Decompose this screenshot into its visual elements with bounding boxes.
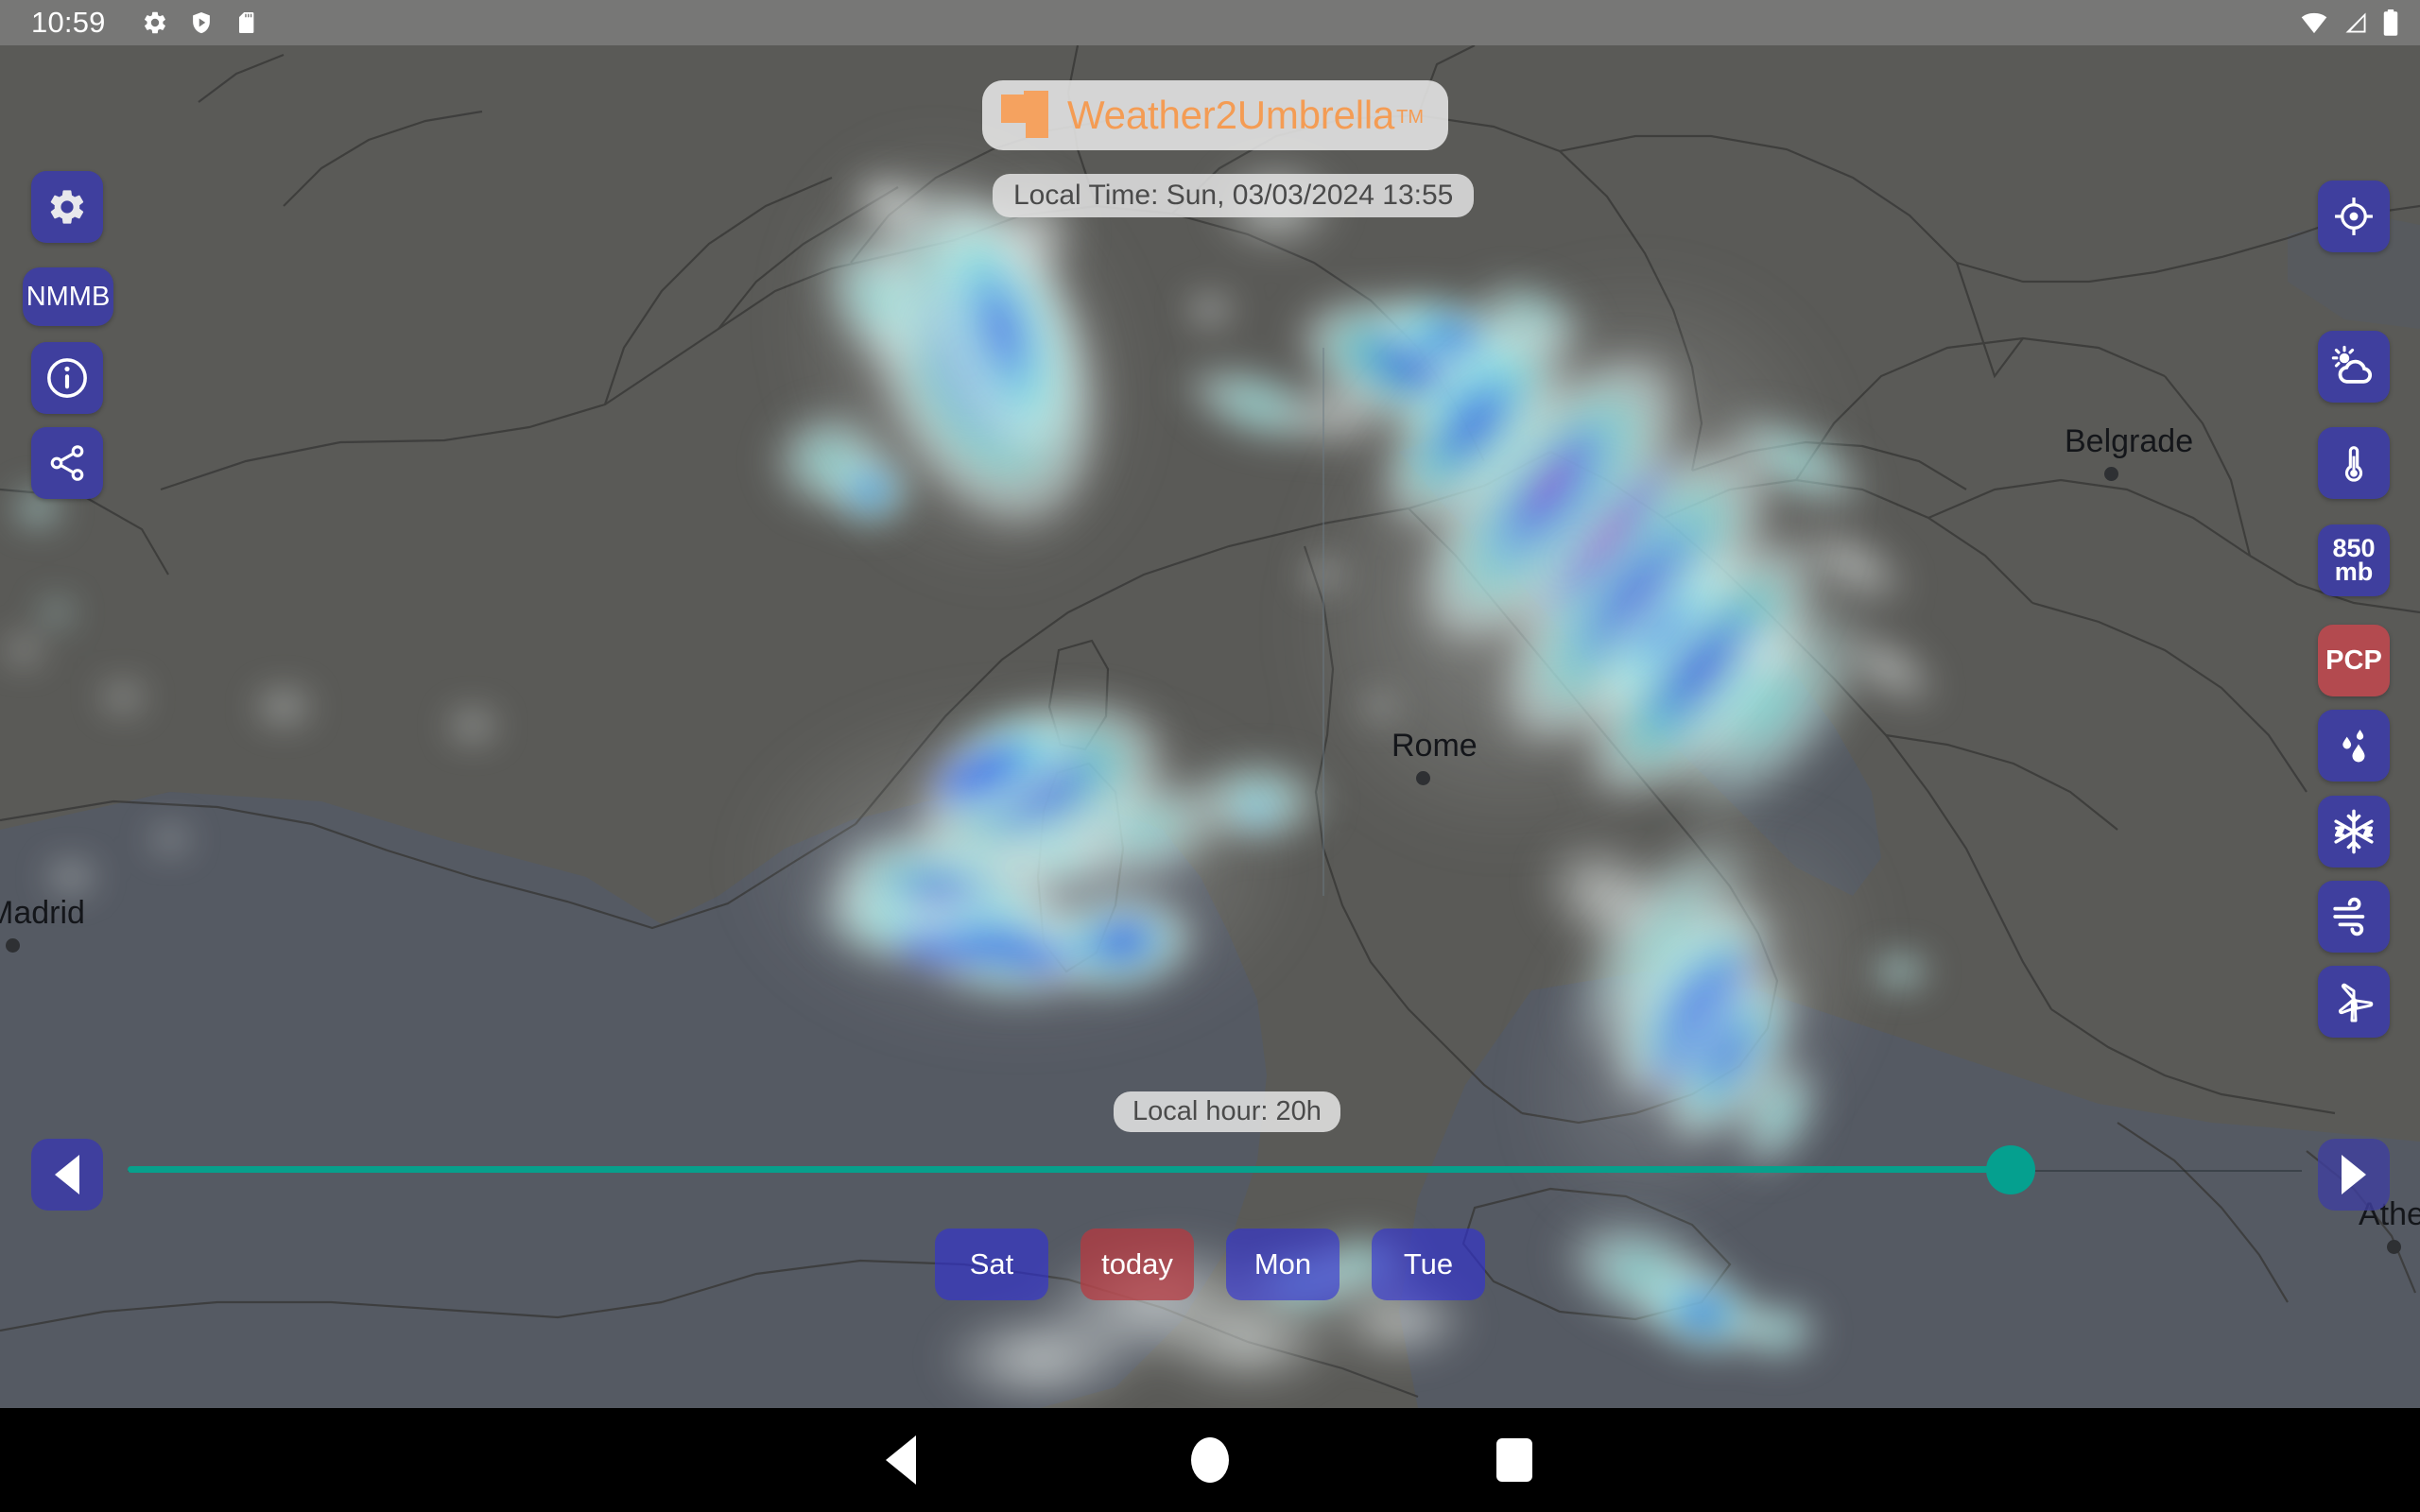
thermometer-icon: [2344, 446, 2363, 482]
wind-icon: [2333, 897, 2365, 936]
wind-turbine-icon: [2338, 983, 2374, 1022]
model-label: NMMB: [26, 281, 111, 312]
app-screen: Madrid Rome Belgrade Athens Weather2Umbr…: [0, 0, 2420, 1512]
brand-trademark: TM: [1396, 106, 1425, 128]
android-status-bar: 10:59: [0, 0, 2420, 45]
info-button[interactable]: [31, 342, 103, 414]
wind-button[interactable]: [2318, 881, 2390, 953]
day-label: today: [1101, 1247, 1173, 1280]
model-button[interactable]: NMMB: [23, 267, 113, 326]
time-slider[interactable]: [0, 1115, 2420, 1228]
day-label: Mon: [1253, 1247, 1312, 1280]
snowflake-icon: [2334, 809, 2374, 854]
home-circle-icon: [1191, 1437, 1229, 1483]
nav-recents-button[interactable]: [1429, 1408, 1599, 1512]
day-label: Tue: [1403, 1247, 1454, 1280]
humidity-button[interactable]: [2318, 710, 2390, 782]
precipitation-button[interactable]: PCP: [2318, 625, 2390, 696]
share-button[interactable]: [31, 427, 103, 499]
chevron-left-icon: [55, 1155, 79, 1194]
local-time-badge: Local Time: Sun, 03/03/2024 13:55: [993, 174, 1475, 217]
play-protect-shield-icon: [192, 11, 210, 34]
temperature-button[interactable]: [2318, 427, 2390, 499]
brand-name-wrap: Weather2Umbrella TM: [1067, 93, 1424, 138]
status-right-icons: [2299, 9, 2399, 37]
app-logo-banner: Weather2Umbrella TM: [982, 80, 1449, 150]
nav-back-button[interactable]: [816, 1408, 986, 1512]
nav-home-button[interactable]: [1125, 1408, 1295, 1512]
sd-card-icon: [238, 11, 253, 34]
settings-button[interactable]: [31, 171, 103, 243]
locate-button[interactable]: [2318, 180, 2390, 252]
gear-icon: [144, 11, 165, 34]
day-button-tue[interactable]: Tue: [1372, 1228, 1485, 1300]
prev-hour-button[interactable]: [31, 1139, 103, 1211]
status-left-icons: [142, 9, 259, 36]
precipitation-label: PCP: [2325, 644, 2382, 676]
raindrops-icon: [2342, 730, 2365, 763]
clouds-button[interactable]: [2318, 331, 2390, 403]
pressure-850mb-button[interactable]: 850 mb: [2318, 524, 2390, 596]
cell-signal-icon: [2345, 12, 2366, 33]
day-button-mon[interactable]: Mon: [1226, 1228, 1340, 1300]
pressure-label: 850 mb: [2332, 533, 2376, 586]
cloud-sun-icon: [2331, 345, 2373, 384]
brand-name: Weather2Umbrella: [1067, 93, 1395, 137]
chevron-right-icon: [2342, 1155, 2366, 1194]
status-clock: 10:59: [31, 6, 106, 39]
share-icon: [50, 445, 84, 481]
android-navigation-bar: [0, 1408, 2420, 1512]
recents-square-icon: [1496, 1438, 1532, 1482]
local-hour-badge: Local hour: 20h: [1114, 1091, 1340, 1132]
crosshair-target-icon: [2335, 198, 2373, 235]
weather2umbrella-logo-icon: [1001, 91, 1054, 140]
battery-icon: [2383, 9, 2398, 36]
slider-thumb[interactable]: [1986, 1145, 2035, 1194]
day-label: Sat: [969, 1247, 1014, 1280]
day-selector: Sat today Mon Tue: [0, 1228, 2420, 1314]
back-triangle-icon: [886, 1435, 916, 1485]
slider-track-filled: [128, 1166, 2012, 1173]
wind-turbine-button[interactable]: [2318, 966, 2390, 1038]
info-circle-icon: [47, 358, 87, 398]
wifi-icon: [2301, 12, 2327, 34]
day-button-today[interactable]: today: [1080, 1228, 1194, 1300]
next-hour-button[interactable]: [2318, 1139, 2390, 1211]
gear-icon: [50, 190, 84, 224]
snow-button[interactable]: [2318, 796, 2390, 868]
day-button-sat[interactable]: Sat: [935, 1228, 1048, 1300]
